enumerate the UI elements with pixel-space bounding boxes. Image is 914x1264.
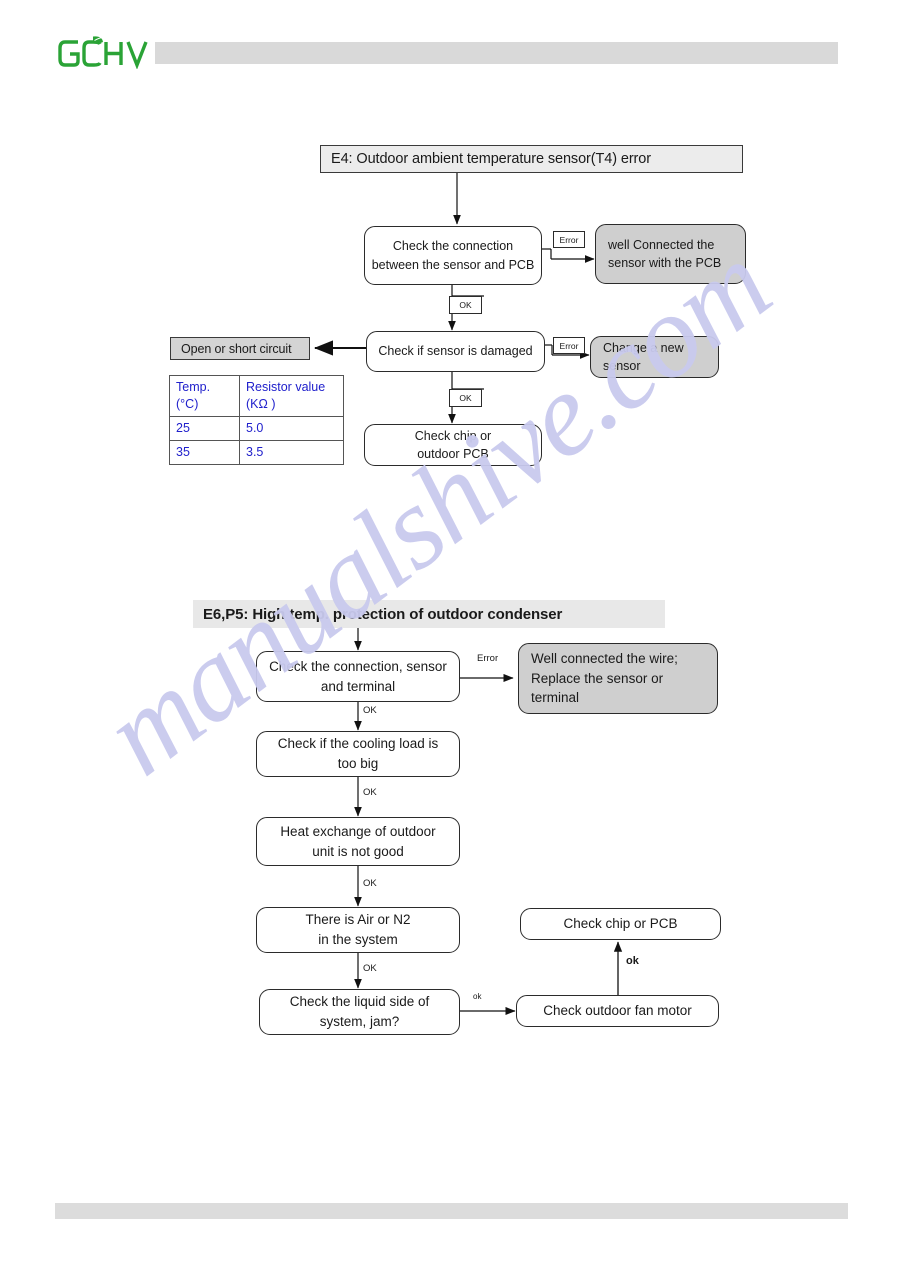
node-line: too big bbox=[337, 756, 379, 771]
e6p5-title-bar: E6,P5: High temp. protection of outdoor … bbox=[193, 600, 665, 628]
node-line: system, jam? bbox=[319, 1014, 400, 1029]
node-check-chip-or-pcb[interactable]: Check chip or PCB bbox=[520, 908, 721, 940]
edge-label-ok-5: ok bbox=[473, 992, 482, 1001]
node-line: in the system bbox=[318, 932, 398, 947]
node-check-outdoor-fan-motor[interactable]: Check outdoor fan motor bbox=[516, 995, 719, 1027]
node-line: Heat exchange of outdoor bbox=[280, 823, 436, 839]
edge-label-ok-3: OK bbox=[363, 878, 377, 889]
edge-label-ok-2: OK bbox=[363, 787, 377, 798]
node-line: Check outdoor fan motor bbox=[543, 1003, 692, 1019]
node-line: terminal bbox=[531, 690, 580, 706]
node-check-cooling-load[interactable]: Check if the cooling load is too big bbox=[256, 731, 460, 777]
edge-label-ok-4: OK bbox=[363, 963, 377, 974]
node-line: Check the liquid side of bbox=[289, 994, 430, 1010]
edge-label-ok-6: ok bbox=[626, 955, 639, 967]
node-line: Check chip or PCB bbox=[563, 916, 678, 932]
node-line: Check if the cooling load is bbox=[277, 736, 439, 752]
node-line: Replace the sensor or bbox=[531, 670, 664, 686]
node-line: There is Air or N2 bbox=[305, 912, 411, 928]
edge-label-ok-1: OK bbox=[363, 705, 377, 716]
edge-label-error-1: Error bbox=[477, 653, 499, 664]
node-heat-exchange-outdoor-unit[interactable]: Heat exchange of outdoor unit is not goo… bbox=[256, 817, 460, 866]
node-line: Well connected the wire; bbox=[531, 651, 678, 667]
node-check-liquid-side[interactable]: Check the liquid side of system, jam? bbox=[259, 989, 460, 1035]
node-line: and terminal bbox=[320, 678, 396, 694]
node-line: unit is not good bbox=[312, 843, 404, 859]
node-line: Check the connection, sensor bbox=[269, 658, 447, 674]
document-page: manualshive.com E4: Outdoor ambient temp… bbox=[0, 0, 914, 1264]
node-well-connected-wire[interactable]: Well connected the wire; Replace the sen… bbox=[518, 643, 718, 714]
flowchart-e6p5: E6,P5: High temp. protection of outdoor … bbox=[0, 0, 914, 1264]
node-air-or-n2-in-system[interactable]: There is Air or N2 in the system bbox=[256, 907, 460, 953]
node-check-connection-sensor-terminal[interactable]: Check the connection, sensor and termina… bbox=[256, 651, 460, 702]
